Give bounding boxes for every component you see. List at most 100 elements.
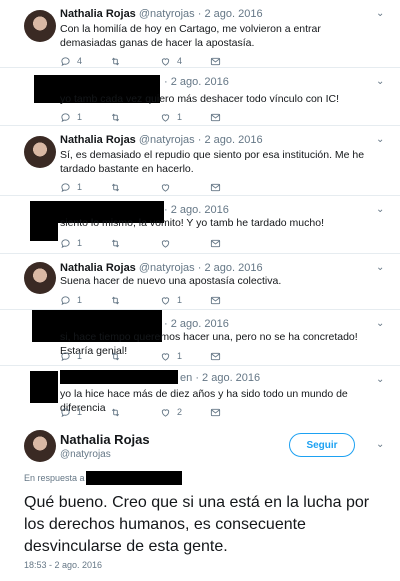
like-button[interactable]: 1 (160, 294, 210, 306)
heart-icon (160, 351, 171, 362)
avatar[interactable] (24, 136, 56, 168)
chevron-down-icon[interactable]: ⌄ (376, 375, 388, 385)
retweet-button[interactable] (110, 406, 160, 418)
chevron-down-icon[interactable]: ⌄ (376, 9, 388, 19)
author-handle[interactable]: @natyrojas (139, 134, 195, 146)
chevron-down-icon[interactable]: ⌄ (376, 135, 388, 145)
retweet-button[interactable] (110, 350, 160, 362)
message-button[interactable] (210, 294, 260, 306)
reply-button[interactable]: 1 (60, 111, 110, 123)
message-button[interactable] (210, 55, 260, 67)
retweet-icon (110, 56, 121, 67)
reply-icon (60, 351, 71, 362)
like-count: 4 (177, 56, 183, 66)
chevron-down-icon[interactable]: ⌄ (376, 263, 388, 273)
chevron-down-icon[interactable]: ⌄ (376, 440, 388, 450)
author-name[interactable]: Nathalia Rojas (60, 8, 136, 20)
tweet-text: Suena hacer de nuevo una apostasía colec… (60, 275, 282, 287)
like-count: 1 (177, 112, 183, 122)
reply-button[interactable]: 1 (60, 350, 110, 362)
author-handle[interactable]: @natyrojas (139, 262, 195, 274)
reply-count: 1 (77, 407, 83, 417)
avatar[interactable] (24, 10, 56, 42)
main-tweet-text: Qué bueno. Creo que si una está en la lu… (24, 494, 370, 555)
reply-icon (60, 295, 71, 306)
heart-icon (160, 56, 171, 67)
tweet-date[interactable]: 2 ago. 2016 (204, 262, 262, 274)
envelope-icon (210, 351, 221, 362)
retweet-icon (110, 112, 121, 123)
reply-icon (60, 112, 71, 123)
main-avatar[interactable] (24, 430, 56, 462)
retweet-button[interactable] (110, 237, 160, 249)
tweet-header: Nathalia Rojas @natyrojas · 2 ago. 2016 (60, 8, 263, 20)
redacted-reply-to-user (86, 471, 182, 485)
tweet[interactable]: · 2 ago. 2016 ⌄ yo tamb cada vez quiero … (0, 68, 400, 126)
retweet-button[interactable] (110, 111, 160, 123)
retweet-button[interactable] (110, 55, 160, 67)
main-author-name[interactable]: Nathalia Rojas (60, 432, 150, 447)
reply-button[interactable]: 1 (60, 406, 110, 418)
retweet-button[interactable] (110, 181, 160, 193)
like-button[interactable]: 1 (160, 111, 210, 123)
chevron-down-icon[interactable]: ⌄ (376, 77, 388, 87)
author-handle[interactable]: @natyrojas (139, 8, 195, 20)
tweet[interactable]: Nathalia Rojas @natyrojas · 2 ago. 2016 … (0, 254, 400, 310)
main-tweet-timestamp[interactable]: 18:53 - 2 ago. 2016 (24, 560, 102, 570)
like-count: 1 (177, 351, 183, 361)
redacted-avatar (30, 371, 58, 403)
separator: · (197, 262, 202, 274)
main-author-handle[interactable]: @natyrojas (60, 449, 111, 460)
tweet-actions: 1 1 (60, 111, 260, 123)
tweet[interactable]: Nathalia Rojas @natyrojas · 2 ago. 2016 … (0, 126, 400, 196)
reply-button[interactable]: 4 (60, 55, 110, 67)
reply-button[interactable]: 1 (60, 294, 110, 306)
reply-count: 1 (77, 238, 83, 248)
tweet-actions: 4 4 (60, 55, 260, 67)
envelope-icon (210, 238, 221, 249)
avatar[interactable] (24, 262, 56, 294)
author-name[interactable]: Nathalia Rojas (60, 262, 136, 274)
reply-count: 4 (77, 56, 83, 66)
message-button[interactable] (210, 237, 260, 249)
tweet[interactable]: en · 2 ago. 2016 ⌄ yo la hice hace más d… (0, 366, 400, 422)
message-button[interactable] (210, 350, 260, 362)
tweet-date[interactable]: 2 ago. 2016 (171, 318, 229, 330)
like-button[interactable] (160, 181, 210, 193)
reply-icon (60, 182, 71, 193)
chevron-down-icon[interactable]: ⌄ (376, 205, 388, 215)
tweet[interactable]: · 2 ago. 2016 ⌄ si, hace tiempo queremos… (0, 310, 400, 366)
tweet-actions: 1 (60, 237, 260, 249)
tweet-text: Sí, es demasiado el repudio que siento p… (60, 149, 365, 175)
like-button[interactable]: 2 (160, 406, 210, 418)
reply-button[interactable]: 1 (60, 237, 110, 249)
retweet-button[interactable] (110, 294, 160, 306)
tweet[interactable]: Nathalia Rojas @natyrojas · 2 ago. 2016 … (0, 0, 400, 68)
separator: · (195, 372, 199, 384)
separator: · (164, 76, 168, 88)
author-handle-suffix[interactable]: en (180, 372, 192, 384)
tweet-date[interactable]: 2 ago. 2016 (171, 204, 229, 216)
tweet-actions: 1 1 (60, 294, 260, 306)
tweet-date[interactable]: 2 ago. 2016 (202, 372, 260, 384)
chevron-down-icon[interactable]: ⌄ (376, 319, 388, 329)
reply-icon (60, 56, 71, 67)
message-button[interactable] (210, 406, 260, 418)
reply-to-label: En respuesta a (24, 473, 85, 483)
message-button[interactable] (210, 181, 260, 193)
heart-icon (160, 182, 171, 193)
tweet[interactable]: · 2 ago. 2016 ⌄ siento lo mismo, la vomi… (0, 196, 400, 254)
tweet-header: en · 2 ago. 2016 (180, 372, 260, 384)
message-button[interactable] (210, 111, 260, 123)
tweet-date[interactable]: 2 ago. 2016 (204, 134, 262, 146)
tweet-date[interactable]: 2 ago. 2016 (171, 76, 229, 88)
author-name[interactable]: Nathalia Rojas (60, 134, 136, 146)
tweet-header: · 2 ago. 2016 (164, 76, 229, 88)
like-button[interactable] (160, 237, 210, 249)
like-button[interactable]: 4 (160, 55, 210, 67)
follow-button[interactable]: Seguir (289, 433, 355, 457)
like-count: 2 (177, 407, 183, 417)
like-button[interactable]: 1 (160, 350, 210, 362)
reply-button[interactable]: 1 (60, 181, 110, 193)
tweet-date[interactable]: 2 ago. 2016 (204, 8, 262, 20)
